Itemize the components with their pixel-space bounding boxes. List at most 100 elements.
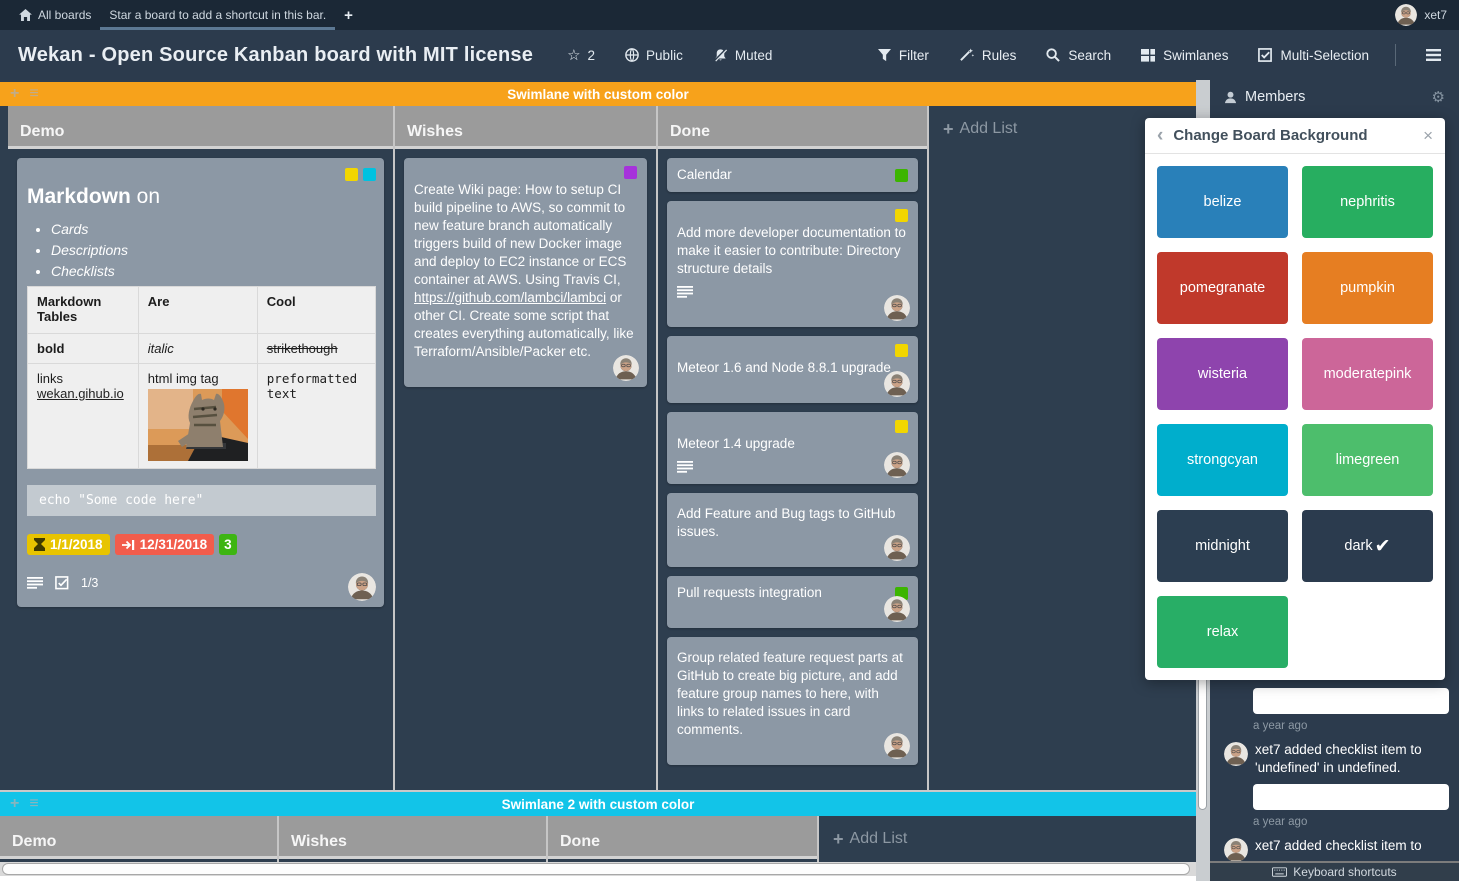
swatch-limegreen[interactable]: limegreen [1302, 424, 1433, 496]
label-chip-yellow[interactable] [895, 420, 908, 433]
swatch-dark-selected[interactable]: dark✔ [1302, 510, 1433, 582]
card-member-avatar[interactable] [348, 573, 376, 601]
card-member-avatar[interactable] [613, 355, 639, 381]
keyboard-icon [1272, 867, 1287, 877]
wekan-link[interactable]: wekan.gihub.io [37, 386, 124, 401]
home-icon [19, 9, 32, 21]
star-board-button[interactable]: ☆ 2 [567, 46, 595, 64]
mute-button[interactable]: Muted [713, 48, 773, 63]
card-group-features[interactable]: Group related feature request parts at G… [667, 637, 918, 765]
checklist-item-input[interactable] [1253, 688, 1449, 714]
swimlanes-view-button[interactable]: Swimlanes [1141, 48, 1228, 63]
label-chip-cyan[interactable] [363, 168, 376, 181]
list-demo-2: Demo [0, 816, 279, 862]
card-member-avatar[interactable] [884, 596, 910, 622]
description-icon [677, 461, 693, 473]
selected-check-icon: ✔ [1375, 535, 1391, 558]
card-member-avatar[interactable] [884, 295, 910, 321]
list-done-2-header[interactable]: Done [548, 816, 817, 859]
swatch-midnight[interactable]: midnight [1157, 510, 1288, 582]
card-meteor-16[interactable]: Meteor 1.6 and Node 8.8.1 upgrade [667, 336, 918, 403]
filter-icon [878, 49, 891, 62]
swatch-strongcyan[interactable]: strongcyan [1157, 424, 1288, 496]
swatch-pumpkin[interactable]: pumpkin [1302, 252, 1433, 324]
swatch-moderatepink[interactable]: moderatepink [1302, 338, 1433, 410]
user-avatar[interactable] [1395, 4, 1417, 26]
panel-header: ‹ Change Board Background × [1145, 118, 1445, 154]
card-developer-docs[interactable]: Add more developer documentation to make… [667, 201, 918, 327]
card-markdown[interactable]: Markdown on Cards Descriptions Checklist… [17, 158, 384, 607]
label-chip-yellow[interactable] [895, 344, 908, 357]
horizontal-scrollbar-thumb[interactable] [2, 863, 1190, 875]
swimlane-2-color-bar[interactable]: + ≡ Swimlane 2 with custom color [0, 792, 1196, 816]
add-board-button[interactable]: + [335, 0, 362, 30]
card-member-avatar[interactable] [884, 371, 910, 397]
activity-entry: xet7 added checklist item to 'undefined'… [1224, 741, 1447, 777]
label-chip-yellow[interactable] [895, 209, 908, 222]
add-list-button[interactable]: + Add List [819, 816, 1196, 862]
label-chip-yellow[interactable] [345, 168, 358, 181]
keyboard-shortcuts-button[interactable]: Keyboard shortcuts [1210, 861, 1459, 881]
card-title: Calendar [677, 166, 732, 184]
multi-selection-button[interactable]: Multi-Selection [1258, 48, 1369, 63]
horizontal-scrollbar[interactable] [0, 862, 1196, 876]
lambci-link[interactable]: https://github.com/lambci/lambci [414, 290, 606, 305]
bullet-item: Checklists [51, 261, 376, 282]
swatch-nephritis[interactable]: nephritis [1302, 166, 1433, 238]
card-title: Meteor 1.6 and Node 8.8.1 upgrade [677, 359, 908, 377]
activity-timestamp: a year ago [1253, 720, 1447, 732]
table-cell-image: html img tag [138, 364, 257, 469]
table-cell-bold: bold [37, 341, 64, 356]
due-date-badge[interactable]: 12/31/2018 [115, 534, 215, 555]
card-member-avatar[interactable] [884, 452, 910, 478]
all-boards-link[interactable]: All boards [10, 0, 100, 30]
card-member-avatar[interactable] [884, 535, 910, 561]
activity-text: xet7 added checklist item to 'undefined'… [1255, 742, 1422, 775]
username[interactable]: xet7 [1424, 8, 1447, 22]
swatch-relax[interactable]: relax [1157, 596, 1288, 668]
back-chevron-icon[interactable]: ‹ [1157, 126, 1163, 145]
header-divider [1395, 44, 1396, 66]
close-icon[interactable]: × [1423, 127, 1433, 144]
list-wishes-2: Wishes [279, 816, 548, 862]
card-calendar[interactable]: Calendar [667, 158, 918, 192]
search-button[interactable]: Search [1046, 48, 1111, 63]
card-member-avatar[interactable] [884, 733, 910, 759]
card-github-tags[interactable]: Add Feature and Bug tags to GitHub issue… [667, 493, 918, 567]
plus-icon: + [344, 7, 353, 24]
swimlane-1-color-bar[interactable]: + ≡ Swimlane with custom color [0, 82, 1196, 106]
gear-icon[interactable]: ⚙ [1432, 88, 1445, 106]
board-title[interactable]: Wekan - Open Source Kanban board with MI… [18, 44, 533, 67]
swatch-belize[interactable]: belize [1157, 166, 1288, 238]
list-done-title: Done [670, 123, 710, 141]
table-cell-italic: italic [148, 341, 174, 356]
filter-button[interactable]: Filter [878, 48, 929, 63]
star-shortcut-hint[interactable]: Star a board to add a shortcut in this b… [100, 0, 335, 30]
table-header-cell: Cool [257, 287, 375, 334]
list-demo-header[interactable]: Demo [8, 106, 393, 149]
swatch-wisteria[interactable]: wisteria [1157, 338, 1288, 410]
list-demo-2-header[interactable]: Demo [0, 816, 277, 859]
start-date-badge[interactable]: 1/1/2018 [27, 534, 110, 555]
checklist-item-input[interactable] [1253, 784, 1449, 810]
list-demo-title: Demo [20, 123, 64, 141]
board-menu-button[interactable] [1426, 49, 1441, 61]
table-cell-strike: strikethough [267, 341, 338, 356]
rules-button[interactable]: Rules [959, 48, 1017, 63]
activity-avatar[interactable] [1224, 838, 1248, 862]
list-done-header[interactable]: Done [658, 106, 927, 149]
activity-avatar[interactable] [1224, 742, 1248, 766]
card-title: Meteor 1.4 upgrade [677, 435, 908, 453]
card-meteor-14[interactable]: Meteor 1.4 upgrade [667, 412, 918, 484]
list-wishes-2-header[interactable]: Wishes [279, 816, 546, 859]
label-chip-purple[interactable] [624, 166, 637, 179]
card-pull-requests[interactable]: Pull requests integration [667, 576, 918, 628]
table-header-cell: Are [138, 287, 257, 334]
visibility-button[interactable]: Public [625, 48, 683, 63]
label-chip-green[interactable] [895, 169, 908, 182]
board-canvas: + ≡ Swimlane with custom color Demo [0, 80, 1196, 881]
swatch-pomegranate[interactable]: pomegranate [1157, 252, 1288, 324]
card-create-wiki[interactable]: Create Wiki page: How to setup CI build … [404, 158, 647, 387]
count-badge[interactable]: 3 [219, 534, 237, 555]
list-wishes-header[interactable]: Wishes [395, 106, 656, 149]
